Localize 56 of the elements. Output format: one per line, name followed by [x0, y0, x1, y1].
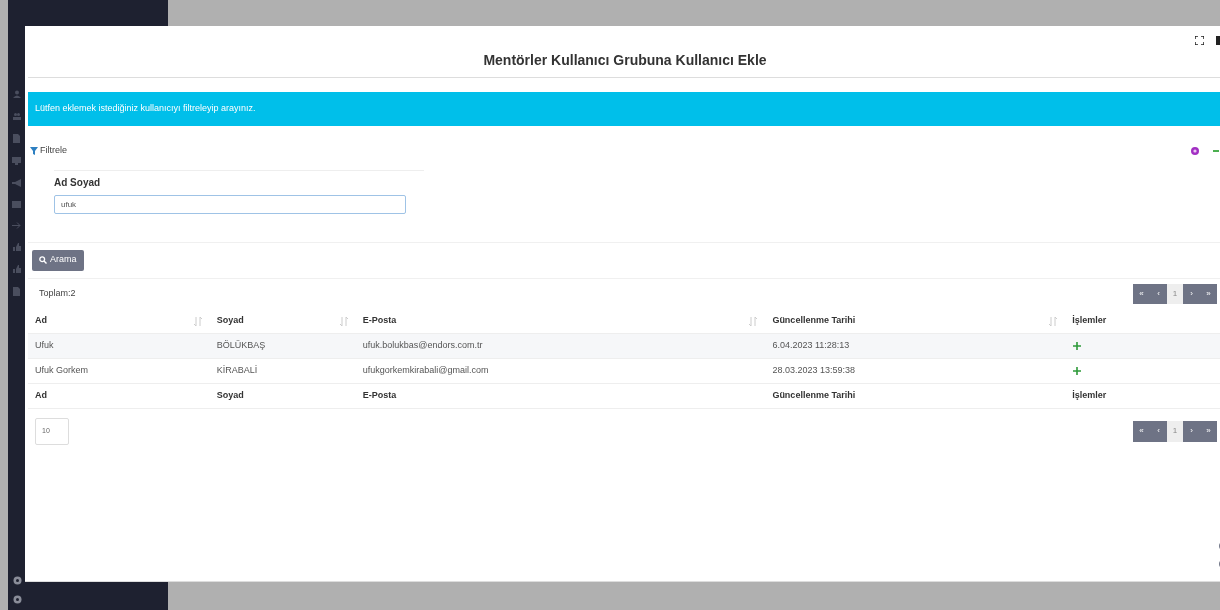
name-field[interactable]: ufuk: [54, 194, 406, 214]
total-count: Toplam:2: [39, 287, 76, 301]
fullscreen-icon[interactable]: [1195, 36, 1204, 45]
page-button[interactable]: ›: [1183, 284, 1200, 304]
table-cell: Ufuk: [35, 339, 54, 350]
gear-icon[interactable]: [13, 576, 22, 585]
page-button[interactable]: ›: [1183, 420, 1200, 442]
info-alert: Lütfen eklemek istediğiniz kullanıcıyı filtreleyip arayınız.: [28, 92, 1220, 126]
add-icon[interactable]: [1073, 341, 1082, 350]
column-footer: Ad: [35, 389, 47, 400]
table-cell: Ufuk Gorkem: [35, 364, 88, 375]
search-button[interactable]: Arama: [32, 249, 84, 271]
field-label: Ad Soyad: [54, 175, 102, 190]
column-header[interactable]: İşlemler: [1072, 314, 1107, 328]
arrow-icon[interactable]: [12, 222, 21, 229]
table-cell: 28.03.2023 13:59:38: [772, 364, 855, 375]
column-header[interactable]: Ad: [35, 314, 47, 328]
sort-icon[interactable]: [339, 316, 348, 326]
page-button[interactable]: 1: [1167, 284, 1183, 304]
search-icon: [39, 256, 47, 264]
megaphone-icon[interactable]: [12, 179, 21, 187]
column-footer: E-Posta: [362, 389, 397, 400]
document-icon[interactable]: [13, 134, 20, 143]
table-cell: ufuk.bolukbas@endors.com.tr: [362, 339, 483, 350]
table-cell: BÖLÜKBAŞ: [216, 339, 266, 350]
table-cell: KİRABALİ: [216, 364, 258, 375]
sort-icon[interactable]: [749, 316, 758, 326]
user-icon[interactable]: [12, 90, 21, 98]
users-icon[interactable]: [12, 112, 21, 120]
column-header[interactable]: Güncellenme Tarihi: [772, 314, 856, 328]
table-cell: 6.04.2023 11:28:13: [772, 339, 850, 350]
table-cell: ufukgorkemkirabali@gmail.com: [362, 364, 489, 375]
column-footer: Güncellenme Tarihi: [772, 389, 856, 400]
page-button[interactable]: »: [1200, 284, 1217, 304]
modal-title: Mentörler Kullanıcı Grubuna Kullanıcı Ekle: [483, 51, 767, 70]
column-footer: Soyad: [216, 389, 244, 400]
settings-icon[interactable]: [1191, 146, 1199, 155]
thumb-icon[interactable]: [12, 265, 21, 273]
page-button[interactable]: 1: [1167, 420, 1183, 442]
column-header[interactable]: E-Posta: [362, 314, 397, 328]
filter-toggle[interactable]: Filtrele: [30, 144, 67, 158]
monitor-icon[interactable]: [12, 157, 21, 165]
add-icon[interactable]: [1073, 366, 1082, 375]
column-header[interactable]: Soyad: [216, 314, 244, 328]
sort-icon[interactable]: [193, 316, 202, 326]
thumb-icon[interactable]: [12, 243, 21, 251]
page-button[interactable]: «: [1133, 420, 1150, 442]
page-button[interactable]: ‹: [1150, 420, 1167, 442]
gear-icon[interactable]: [13, 595, 22, 604]
column-footer: İşlemler: [1072, 389, 1107, 400]
page-button[interactable]: «: [1133, 284, 1150, 304]
page-button[interactable]: ‹: [1150, 284, 1167, 304]
page-button[interactable]: »: [1200, 420, 1217, 442]
sort-icon[interactable]: [1049, 316, 1058, 326]
filter-icon: [30, 146, 38, 155]
document-icon[interactable]: [13, 287, 20, 296]
